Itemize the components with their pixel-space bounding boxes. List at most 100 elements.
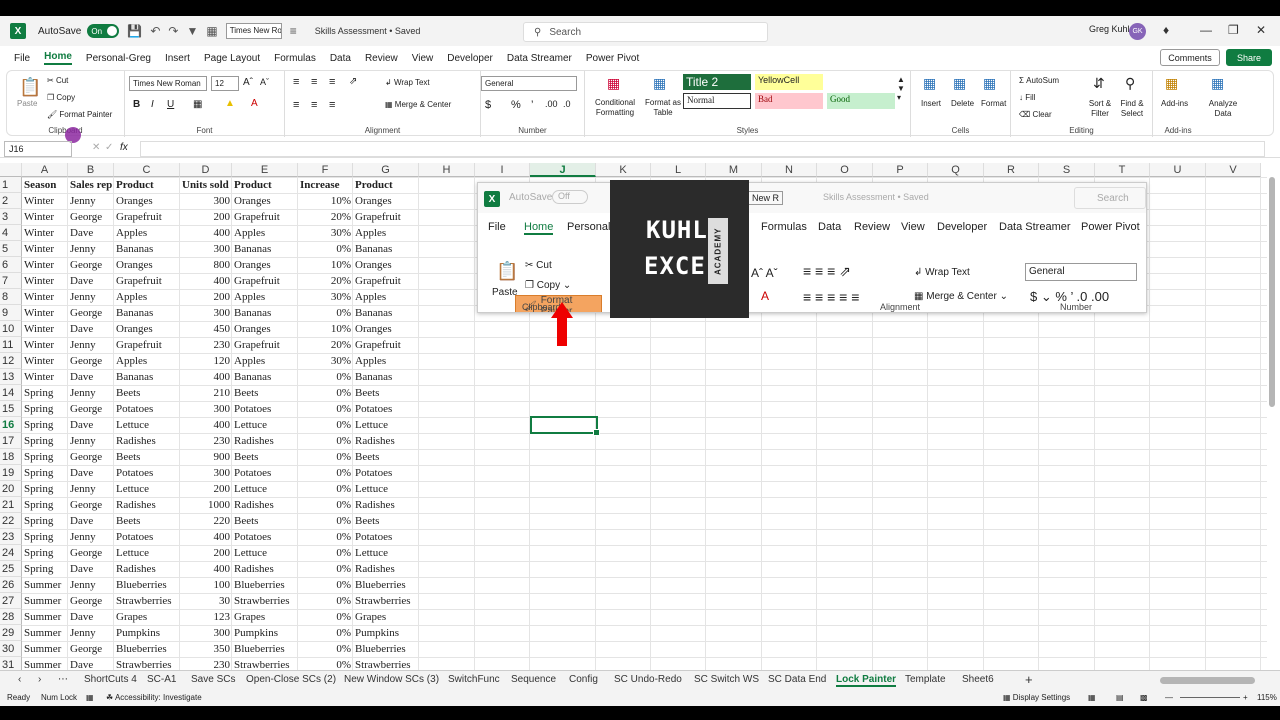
cell-f26[interactable]: 0% <box>298 577 353 593</box>
column-header-j[interactable]: J <box>530 163 596 177</box>
cell-d5[interactable]: 300 <box>180 241 232 257</box>
cell-c21[interactable]: Radishes <box>114 497 180 513</box>
cell-e10[interactable]: Oranges <box>232 321 298 337</box>
orientation-icon[interactable]: ⇗ <box>349 76 357 87</box>
row-header-14[interactable]: 14 <box>0 385 22 401</box>
cell-b28[interactable]: Dave <box>68 609 114 625</box>
cell-b9[interactable]: George <box>68 305 114 321</box>
cell-c4[interactable]: Apples <box>114 225 180 241</box>
cell-e26[interactable]: Blueberries <box>232 577 298 593</box>
cell-c20[interactable]: Lettuce <box>114 481 180 497</box>
column-header-g[interactable]: G <box>353 163 419 177</box>
cell-e29[interactable]: Pumpkins <box>232 625 298 641</box>
cell-g24[interactable]: Lettuce <box>353 545 433 561</box>
cell-f5[interactable]: 0% <box>298 241 353 257</box>
cell-d4[interactable]: 400 <box>180 225 232 241</box>
comma-icon[interactable]: ’ <box>531 99 533 111</box>
cell-e20[interactable]: Lettuce <box>232 481 298 497</box>
cell-f16[interactable]: 0% <box>298 417 353 433</box>
format-button[interactable]: Format <box>981 99 1006 108</box>
cell-a21[interactable]: Spring <box>22 497 68 513</box>
format-table-icon[interactable]: ▦ <box>653 75 666 92</box>
cell-f25[interactable]: 0% <box>298 561 353 577</box>
column-header-h[interactable]: H <box>419 163 475 177</box>
zoom-slider[interactable] <box>1180 697 1240 698</box>
cell-a22[interactable]: Spring <box>22 513 68 529</box>
sheet-tab-lock-painter[interactable]: Lock Painter <box>836 674 897 687</box>
cell-b10[interactable]: Dave <box>68 321 114 337</box>
page-break-icon[interactable]: ▩ <box>1140 693 1148 702</box>
row-header-13[interactable]: 13 <box>0 369 22 385</box>
column-header-v[interactable]: V <box>1206 163 1261 177</box>
cell-f10[interactable]: 10% <box>298 321 353 337</box>
cell-f15[interactable]: 0% <box>298 401 353 417</box>
active-cell-j16[interactable] <box>530 416 600 436</box>
wrap-text-button[interactable]: ↲ Wrap Text <box>385 78 430 87</box>
save-icon[interactable]: 💾 <box>127 24 142 38</box>
cell-e24[interactable]: Lettuce <box>232 545 298 561</box>
row-header-6[interactable]: 6 <box>0 257 22 273</box>
decrease-decimal-icon[interactable]: .0 <box>563 99 571 109</box>
row-header-7[interactable]: 7 <box>0 273 22 289</box>
column-header-c[interactable]: C <box>114 163 180 177</box>
cell-c30[interactable]: Blueberries <box>114 641 180 657</box>
column-header-p[interactable]: P <box>873 163 928 177</box>
tab-data[interactable]: Data <box>330 53 351 64</box>
macro-icon[interactable]: ▦ <box>86 693 94 702</box>
conditional-formatting-icon[interactable]: ▦ <box>607 75 620 92</box>
sheet-tab-new-window-scs-3-[interactable]: New Window SCs (3) <box>344 674 439 685</box>
row-header-29[interactable]: 29 <box>0 625 22 641</box>
cell-c6[interactable]: Oranges <box>114 257 180 273</box>
cell-e21[interactable]: Radishes <box>232 497 298 513</box>
row-header-28[interactable]: 28 <box>0 609 22 625</box>
cell-g18[interactable]: Beets <box>353 449 433 465</box>
shrink-font-icon[interactable]: Aˇ <box>260 77 269 87</box>
cell-g2[interactable]: Oranges <box>353 193 433 209</box>
delete-button[interactable]: Delete <box>951 99 974 108</box>
cell-d15[interactable]: 300 <box>180 401 232 417</box>
cell-e16[interactable]: Lettuce <box>232 417 298 433</box>
cell-a19[interactable]: Spring <box>22 465 68 481</box>
cell-g25[interactable]: Radishes <box>353 561 433 577</box>
cell-c10[interactable]: Oranges <box>114 321 180 337</box>
cell-d28[interactable]: 123 <box>180 609 232 625</box>
cell-e22[interactable]: Beets <box>232 513 298 529</box>
cell-g3[interactable]: Grapefruit <box>353 209 433 225</box>
qat-font-select[interactable]: Times New Ro <box>225 23 282 39</box>
formula-input[interactable] <box>140 141 1265 157</box>
cell-g4[interactable]: Apples <box>353 225 433 241</box>
column-header-m[interactable]: M <box>706 163 762 177</box>
cell-b18[interactable]: George <box>68 449 114 465</box>
cell-b26[interactable]: Jenny <box>68 577 114 593</box>
cell-c8[interactable]: Apples <box>114 289 180 305</box>
next-sheet-icon[interactable]: › <box>38 674 41 685</box>
cell-f20[interactable]: 0% <box>298 481 353 497</box>
sheet-tab-sc-undo-redo[interactable]: SC Undo-Redo <box>614 674 682 685</box>
row-header-4[interactable]: 4 <box>0 225 22 241</box>
column-header-f[interactable]: F <box>298 163 353 177</box>
cell-c13[interactable]: Bananas <box>114 369 180 385</box>
cell-g26[interactable]: Blueberries <box>353 577 433 593</box>
redo-icon[interactable]: ↷ <box>168 24 178 38</box>
cell-g6[interactable]: Oranges <box>353 257 433 273</box>
row-header-23[interactable]: 23 <box>0 529 22 545</box>
cell-e4[interactable]: Apples <box>232 225 298 241</box>
sheet-tab-config[interactable]: Config <box>569 674 598 685</box>
cell-b4[interactable]: Dave <box>68 225 114 241</box>
analyze-data-button[interactable]: Analyze Data <box>1207 99 1239 119</box>
cell-d9[interactable]: 300 <box>180 305 232 321</box>
cell-g27[interactable]: Strawberries <box>353 593 433 609</box>
row-header-17[interactable]: 17 <box>0 433 22 449</box>
cell-d23[interactable]: 400 <box>180 529 232 545</box>
insert-button[interactable]: Insert <box>921 99 941 108</box>
cell-c27[interactable]: Strawberries <box>114 593 180 609</box>
search-input[interactable]: ⚲ Search <box>523 22 768 42</box>
column-header-i[interactable]: I <box>475 163 530 177</box>
currency-icon[interactable]: $ <box>485 99 491 111</box>
percent-icon[interactable]: % <box>511 99 521 111</box>
cell-c2[interactable]: Oranges <box>114 193 180 209</box>
cell-g1[interactable]: Product <box>353 177 433 193</box>
analyze-data-icon[interactable]: ▦ <box>1211 75 1224 92</box>
sheet-tab-sc-data-end[interactable]: SC Data End <box>768 674 826 685</box>
cell-d11[interactable]: 230 <box>180 337 232 353</box>
